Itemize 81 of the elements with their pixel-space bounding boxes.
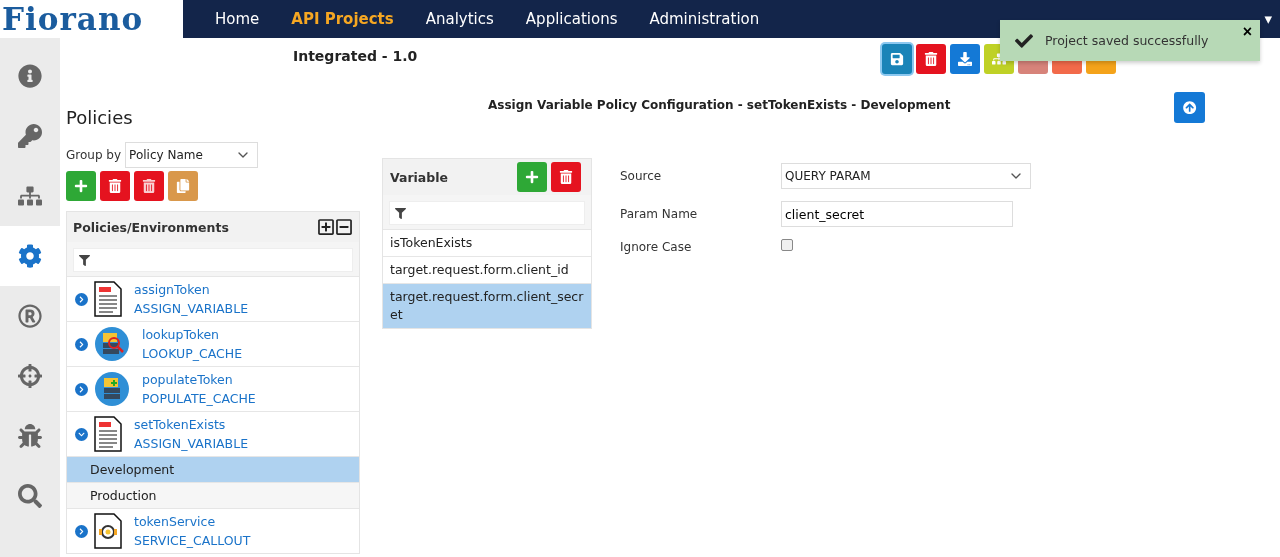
flow-icon	[18, 184, 42, 208]
search-icon	[18, 484, 42, 508]
check-icon	[1015, 31, 1033, 50]
policy-name: lookupToken	[142, 326, 221, 344]
cache-search-icon	[94, 326, 130, 362]
source-select[interactable]: QUERY PARAM	[781, 163, 1031, 189]
tree-title: Policies/Environments	[73, 219, 229, 235]
expand-all-icon[interactable]	[317, 218, 335, 236]
environment-item[interactable]: Production	[67, 482, 359, 508]
config-title: Assign Variable Policy Configuration - setTokenExists - Development	[488, 98, 951, 112]
section-heading: Policies	[66, 107, 134, 128]
settings-icon	[18, 244, 42, 268]
key-icon	[18, 124, 42, 148]
environment-item[interactable]: Development	[67, 456, 359, 482]
policy-name: populateToken	[142, 371, 234, 389]
policy-type: POPULATE_CACHE	[142, 390, 256, 408]
toast-message: Project saved successfully	[1045, 33, 1209, 48]
policy-name: setTokenExists	[134, 416, 227, 434]
variable-item[interactable]: target.request.form.client_secret	[383, 283, 591, 328]
plus-icon	[74, 179, 88, 193]
collapse-icon[interactable]	[75, 427, 88, 441]
delete-button[interactable]	[134, 171, 164, 201]
nav-link[interactable]: Administration	[649, 10, 760, 28]
policy-name: assignToken	[134, 281, 211, 299]
policy-type: ASSIGN_VARIABLE	[134, 300, 249, 318]
document-icon	[94, 281, 122, 317]
policy-name: tokenService	[134, 513, 217, 531]
copy-button[interactable]	[168, 171, 198, 201]
delete-button[interactable]	[100, 171, 130, 201]
download-button[interactable]	[950, 44, 981, 74]
add-button[interactable]	[517, 162, 547, 192]
user-menu-caret[interactable]: ▾	[1264, 10, 1272, 28]
param-name-field[interactable]: client_secret	[781, 201, 1013, 227]
delete-button[interactable]	[551, 162, 581, 192]
project-title: Integrated - 1.0	[293, 48, 418, 64]
expand-icon[interactable]	[75, 292, 88, 306]
ignore-case-label: Ignore Case	[620, 239, 693, 254]
nav-link[interactable]: Home	[215, 10, 260, 28]
bug-icon	[18, 424, 42, 448]
group-by-select[interactable]: Policy Name	[125, 142, 259, 168]
ignore-case-checkbox[interactable]	[781, 239, 793, 251]
save-icon	[890, 52, 905, 66]
trash-icon	[559, 170, 573, 184]
group-by-label: Group by	[66, 148, 122, 162]
add-button[interactable]	[66, 171, 96, 201]
nav-link[interactable]: Applications	[525, 10, 618, 28]
filter-field[interactable]	[389, 201, 585, 225]
sidebar-item[interactable]	[0, 226, 60, 286]
filter-field[interactable]	[73, 248, 353, 272]
policy-type: LOOKUP_CACHE	[142, 345, 243, 363]
document-icon	[94, 416, 122, 452]
delete-button[interactable]	[916, 44, 947, 74]
trash-icon	[924, 52, 939, 66]
download-icon	[958, 52, 973, 66]
expand-icon[interactable]	[75, 382, 88, 396]
expand-icon[interactable]	[75, 337, 88, 351]
cache-add-icon	[94, 371, 130, 407]
document-gear-icon	[94, 513, 122, 549]
trash-icon	[142, 179, 156, 193]
variable-title: Variable	[390, 169, 449, 185]
source-label: Source	[620, 169, 663, 183]
upload-button[interactable]	[1174, 92, 1206, 123]
policy-type: SERVICE_CALLOUT	[134, 532, 251, 550]
upload-icon	[1183, 100, 1197, 115]
policy-type: ASSIGN_VARIABLE	[134, 435, 249, 453]
expand-icon[interactable]	[75, 524, 88, 538]
save-button[interactable]	[882, 44, 913, 74]
trash-icon	[108, 179, 122, 193]
plus-icon	[525, 170, 539, 184]
collapse-all-icon[interactable]	[335, 218, 353, 236]
hierarchy-icon	[992, 52, 1007, 66]
info-icon	[18, 64, 42, 88]
param-name-label: Param Name	[620, 207, 699, 221]
filter-icon	[395, 207, 406, 219]
crosshair-icon	[18, 364, 42, 388]
close-button[interactable]: ×	[1242, 23, 1252, 41]
registered-icon	[18, 304, 42, 328]
nav-link[interactable]: API Projects	[291, 10, 394, 28]
nav-link[interactable]: Analytics	[425, 10, 494, 28]
filter-icon	[79, 254, 90, 266]
copy-icon	[176, 179, 190, 193]
